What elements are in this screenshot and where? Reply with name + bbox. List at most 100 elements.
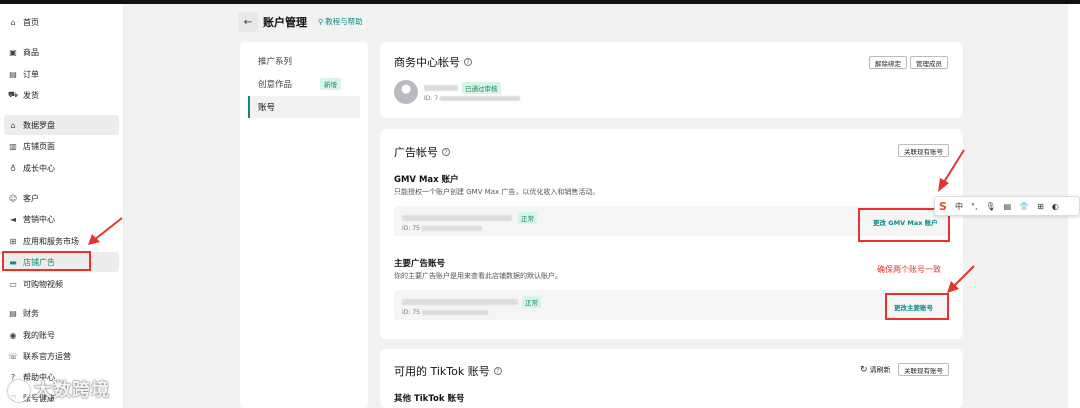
- gmv-max-desc: 只能授权一个账户创建 GMV Max 广告，以优化收入和销售活动。: [394, 188, 600, 196]
- top-bar: [0, 0, 1080, 4]
- sidebar-item-label: 财务: [23, 308, 39, 318]
- skin-icon[interactable]: 👕: [1019, 202, 1029, 211]
- sidebar-item-my-account[interactable]: ◉ 我的账号: [4, 325, 119, 345]
- chinese-mode-button[interactable]: 中: [955, 201, 963, 212]
- store-page-icon: ▥: [9, 141, 17, 151]
- punctuation-icon[interactable]: °,: [971, 202, 978, 211]
- other-tiktok-accounts-title: 其他 TikTok 账号: [394, 394, 465, 404]
- growth-icon: ♁: [10, 163, 16, 173]
- business-center-card: 商务中心帐号? 解除绑定 管理成员 已通过审核 ID: 7: [380, 42, 963, 118]
- link-existing-tiktok-button[interactable]: 关联现有账号: [898, 363, 949, 376]
- ad-accounts-title: 广告帐号?: [394, 144, 450, 160]
- business-account-name: 已通过审核: [424, 82, 501, 94]
- sidebar-item-data-compass[interactable]: ⌂ 数据罗盘: [4, 115, 119, 135]
- submenu-item-label: 推广系列: [258, 57, 293, 67]
- watermark-logo-icon: [8, 380, 30, 402]
- location-pin-icon: ⚲: [318, 17, 324, 26]
- keyboard-icon[interactable]: ▤: [1004, 202, 1012, 211]
- box-icon: ▣: [9, 47, 17, 57]
- gmv-account-id: ID: 75: [402, 225, 482, 232]
- ime-logo-icon[interactable]: S: [939, 200, 947, 213]
- help-link-label: 教程与帮助: [325, 17, 363, 26]
- sidebar-item-finance[interactable]: ▤ 财务: [4, 303, 119, 323]
- question-icon[interactable]: ?: [464, 58, 472, 66]
- wallet-icon: ▤: [9, 308, 17, 318]
- status-badge: 正常: [522, 296, 541, 308]
- refresh-icon: ↻: [860, 365, 868, 375]
- account-icon: ◉: [9, 330, 17, 340]
- video-icon: ▭: [9, 279, 17, 289]
- truck-icon: ⛟: [7, 90, 19, 99]
- sidebar-item-shipping[interactable]: ⛟ 发货: [4, 85, 119, 105]
- primary-account-name: 正常: [402, 296, 541, 308]
- sidebar-item-label: 发货: [23, 90, 39, 100]
- emoji-icon[interactable]: ◐: [1052, 202, 1059, 211]
- primary-account-row: 正常 ID: 75 更改主要账号: [394, 290, 949, 320]
- sidebar-item-label: 商品: [23, 47, 39, 57]
- compass-icon: ⌂: [10, 120, 16, 130]
- sidebar: ⌂ 首页 ▣ 商品 ▤ 订单 ⛟ 发货 ⌂ 数据罗盘 ▥ 店铺页面 ♁ 成长中心…: [0, 4, 124, 408]
- sidebar-item-customers[interactable]: ☺ 客户: [4, 188, 119, 208]
- business-center-title: 商务中心帐号?: [394, 54, 472, 70]
- highlight-box: [2, 251, 91, 271]
- status-badge: 已通过审核: [462, 82, 501, 94]
- sidebar-item-label: 数据罗盘: [23, 120, 55, 130]
- back-button[interactable]: ←: [238, 12, 258, 32]
- watermark: 大数跨境: [8, 376, 110, 402]
- sidebar-item-label: 店铺页面: [23, 141, 55, 151]
- tiktok-accounts-title: 可用的 TikTok 账号?: [394, 363, 502, 379]
- sidebar-item-products[interactable]: ▣ 商品: [4, 42, 119, 62]
- ime-toolbar[interactable]: S 中 °, 🎙 ▤ 👕 ⊞ ◐: [934, 196, 1080, 216]
- question-icon[interactable]: ?: [442, 148, 450, 156]
- primary-ad-account-desc: 你的主要广告账户是用来查看此店铺数据的默认账户。: [394, 272, 562, 280]
- submenu-item-creatives[interactable]: 创意作品 新增: [248, 73, 360, 95]
- submenu-item-accounts[interactable]: 账号: [248, 96, 360, 118]
- help-link[interactable]: ⚲ 教程与帮助: [318, 16, 363, 27]
- redacted-name: [402, 299, 518, 305]
- redacted-name: [402, 215, 512, 221]
- page-title: 账户管理: [263, 16, 307, 29]
- sidebar-item-label: 可购物视频: [23, 279, 63, 289]
- redacted-id: [440, 96, 521, 101]
- redacted-id: [421, 226, 482, 231]
- sidebar-item-label: 成长中心: [23, 163, 55, 173]
- question-icon[interactable]: ?: [493, 367, 502, 375]
- ad-accounts-card: 广告帐号? 关联现有账号 GMV Max 账户 只能授权一个账户创建 GMV M…: [380, 129, 963, 339]
- sidebar-item-label: 应用和服务市场: [23, 236, 79, 246]
- gmv-max-title: GMV Max 账户: [394, 175, 459, 185]
- sidebar-item-store-page[interactable]: ▥ 店铺页面: [4, 136, 119, 156]
- avatar: [394, 80, 418, 104]
- highlight-box: [885, 293, 949, 320]
- tiktok-accounts-card: 可用的 TikTok 账号? ↻ 请刷新 关联现有账号 其他 TikTok 账号: [380, 349, 963, 408]
- contact-icon: ☏: [8, 351, 19, 361]
- sidebar-item-growth-center[interactable]: ♁ 成长中心: [4, 158, 119, 178]
- sidebar-item-label: 营销中心: [23, 214, 55, 224]
- sidebar-item-label: 首页: [23, 17, 39, 27]
- submenu-item-label: 创意作品: [258, 80, 293, 90]
- submenu-item-campaigns[interactable]: 推广系列: [248, 50, 360, 72]
- apps-icon: ⊞: [9, 236, 17, 246]
- sidebar-item-shoppable-video[interactable]: ▭ 可购物视频: [4, 274, 119, 294]
- refresh-button[interactable]: ↻ 请刷新: [860, 365, 891, 375]
- sidebar-item-label: 联系官方运营: [23, 351, 71, 361]
- gmv-account-name: 正常: [402, 212, 537, 224]
- sidebar-item-home[interactable]: ⌂ 首页: [4, 12, 119, 32]
- primary-account-id: ID: 75: [402, 309, 488, 316]
- sidebar-item-contact-ops[interactable]: ☏ 联系官方运营: [4, 346, 119, 366]
- home-icon: ⌂: [10, 17, 16, 27]
- sidebar-item-label: 订单: [23, 69, 39, 79]
- submenu-panel: 推广系列 创意作品 新增 账号: [240, 42, 368, 408]
- sidebar-item-label: 客户: [23, 193, 39, 203]
- manage-members-button[interactable]: 管理成员: [910, 56, 948, 69]
- sidebar-item-orders[interactable]: ▤ 订单: [4, 64, 119, 84]
- new-badge: 新增: [320, 78, 342, 90]
- unbind-button[interactable]: 解除绑定: [869, 56, 907, 69]
- primary-ad-account-title: 主要广告账号: [394, 259, 446, 269]
- arrow-annotation-icon: [947, 265, 975, 293]
- users-icon: ☺: [8, 193, 18, 203]
- grid-icon[interactable]: ⊞: [1037, 202, 1044, 211]
- redacted-name: [424, 85, 458, 91]
- arrow-annotation-icon: [88, 217, 123, 245]
- business-account-id: ID: 7: [424, 95, 521, 102]
- microphone-icon[interactable]: 🎙: [985, 202, 995, 211]
